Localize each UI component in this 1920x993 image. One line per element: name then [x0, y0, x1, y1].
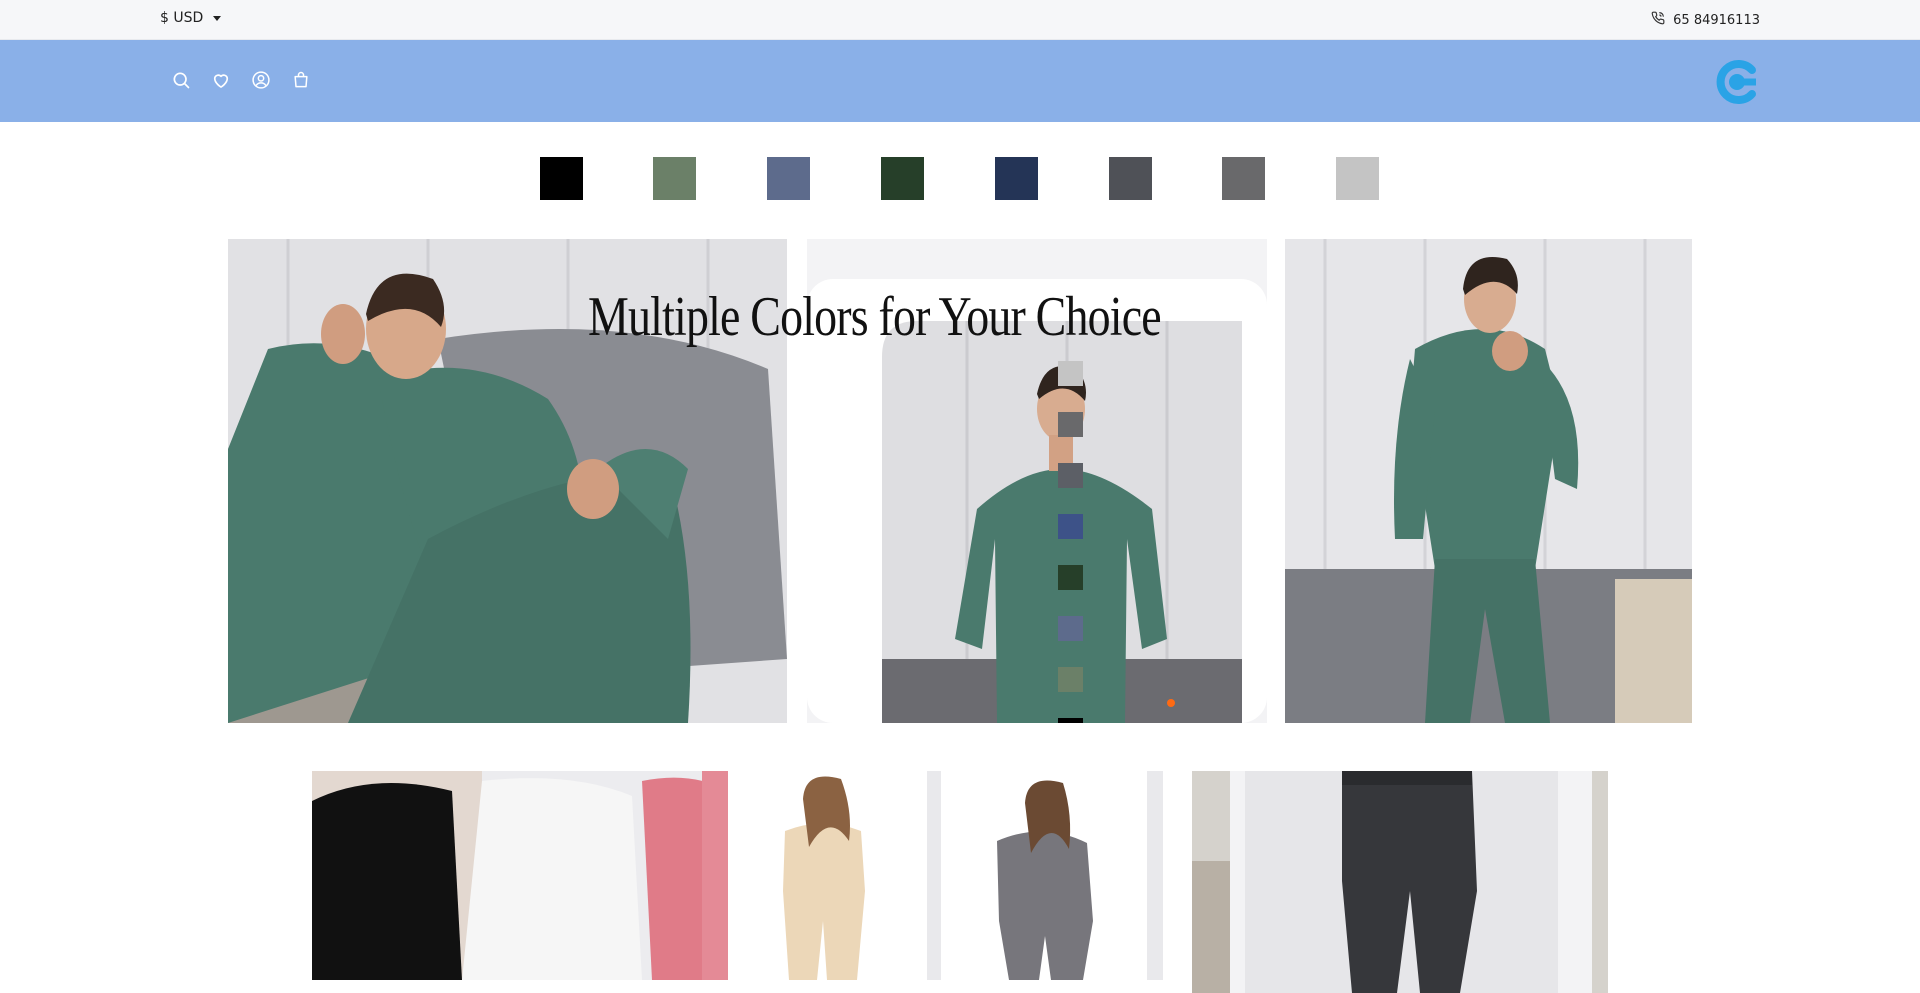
banner-color-swatch — [1058, 667, 1083, 692]
color-swatch[interactable] — [1336, 157, 1379, 200]
header-icon-group — [170, 69, 312, 91]
hero-banner[interactable]: Multiple Colors for Your Choice — [228, 239, 1692, 723]
product-image-charcoal-leggings[interactable] — [1192, 771, 1608, 993]
brand-logo[interactable] — [1712, 58, 1760, 106]
banner-color-swatch — [1058, 565, 1083, 590]
product-strip — [0, 771, 1920, 993]
banner-color-swatch — [1058, 361, 1083, 386]
banner-color-swatch — [1058, 718, 1083, 723]
search-icon[interactable] — [170, 69, 192, 91]
phone-contact[interactable]: 65 84916113 — [1651, 11, 1760, 29]
banner-color-swatch — [1058, 412, 1083, 437]
user-icon[interactable] — [250, 69, 272, 91]
color-swatch[interactable] — [1222, 157, 1265, 200]
product-image-grey-set[interactable] — [955, 771, 1167, 980]
banner-color-swatch — [1058, 616, 1083, 641]
currency-label: $ USD — [160, 10, 204, 26]
color-swatch[interactable] — [995, 157, 1038, 200]
heart-icon[interactable] — [210, 69, 232, 91]
site-header — [0, 40, 1920, 122]
bag-icon[interactable] — [290, 69, 312, 91]
phone-number: 65 84916113 — [1673, 12, 1760, 28]
carousel-indicator-dot[interactable] — [1167, 699, 1175, 707]
phone-icon — [1651, 11, 1665, 29]
product-image-long-sleeve-tops[interactable] — [312, 771, 728, 980]
color-swatch[interactable] — [540, 157, 583, 200]
product-image-cream-set[interactable] — [745, 771, 945, 980]
color-swatch-row — [0, 157, 1920, 200]
chevron-down-icon — [213, 15, 222, 21]
color-swatch[interactable] — [1109, 157, 1152, 200]
color-swatch[interactable] — [881, 157, 924, 200]
color-swatch[interactable] — [767, 157, 810, 200]
banner-title: Multiple Colors for Your Choice — [588, 286, 1162, 348]
top-utility-bar: $ USD 65 84916113 — [0, 0, 1920, 40]
currency-selector[interactable]: $ USD — [160, 10, 222, 26]
banner-image-standing-model — [1285, 239, 1692, 723]
banner-color-swatch — [1058, 514, 1083, 539]
color-swatch[interactable] — [653, 157, 696, 200]
banner-color-swatch — [1058, 463, 1083, 488]
